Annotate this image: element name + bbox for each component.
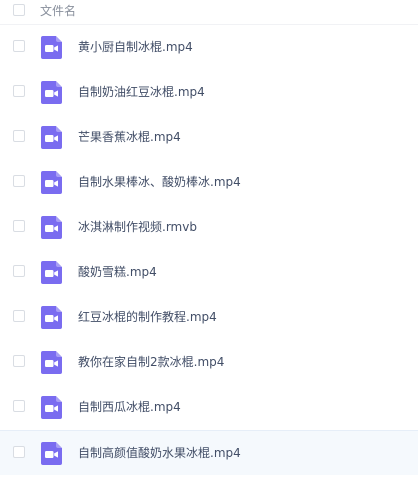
file-row[interactable]: 黄小厨自制冰棍.mp4 [0, 25, 418, 70]
row-checkbox[interactable] [13, 400, 25, 412]
video-file-icon [41, 261, 62, 284]
file-row[interactable]: 红豆冰棍的制作教程.mp4 [0, 295, 418, 340]
file-row[interactable]: 自制西瓜冰棍.mp4 [0, 385, 418, 430]
row-checkbox[interactable] [13, 85, 25, 97]
video-file-icon [41, 396, 62, 419]
file-name[interactable]: 黄小厨自制冰棍.mp4 [78, 40, 193, 54]
file-row[interactable]: 教你在家自制2款冰棍.mp4 [0, 340, 418, 385]
column-header-filename[interactable]: 文件名 [40, 4, 76, 18]
video-file-icon [41, 171, 62, 194]
file-name[interactable]: 教你在家自制2款冰棍.mp4 [78, 355, 224, 369]
video-file-icon [41, 306, 62, 329]
video-file-icon [41, 126, 62, 149]
file-name[interactable]: 芒果香蕉冰棍.mp4 [78, 130, 181, 144]
video-file-icon [41, 216, 62, 239]
video-file-icon [41, 442, 62, 465]
row-checkbox[interactable] [13, 265, 25, 277]
file-rows: 黄小厨自制冰棍.mp4 自制奶油红豆冰棍.mp4 芒果香蕉冰棍.mp4 自制水果… [0, 25, 418, 475]
file-row[interactable]: 芒果香蕉冰棍.mp4 [0, 115, 418, 160]
file-row[interactable]: 自制奶油红豆冰棍.mp4 [0, 70, 418, 115]
file-name[interactable]: 自制高颜值酸奶水果冰棍.mp4 [78, 446, 241, 460]
video-file-icon [41, 351, 62, 374]
file-row[interactable]: 冰淇淋制作视频.rmvb [0, 205, 418, 250]
file-name[interactable]: 自制西瓜冰棍.mp4 [78, 400, 181, 414]
row-checkbox[interactable] [13, 40, 25, 52]
row-checkbox[interactable] [13, 446, 25, 458]
video-file-icon [41, 81, 62, 104]
select-all-checkbox[interactable] [13, 4, 25, 16]
file-row[interactable]: 酸奶雪糕.mp4 [0, 250, 418, 295]
file-list: 文件名 黄小厨自制冰棍.mp4 自制奶油红豆冰棍.mp4 芒果香蕉冰棍.mp4 … [0, 0, 418, 495]
file-name[interactable]: 红豆冰棍的制作教程.mp4 [78, 310, 217, 324]
video-file-icon [41, 36, 62, 59]
file-name[interactable]: 自制水果棒冰、酸奶棒冰.mp4 [78, 175, 241, 189]
file-row[interactable]: 自制水果棒冰、酸奶棒冰.mp4 [0, 160, 418, 205]
row-checkbox[interactable] [13, 310, 25, 322]
file-row[interactable]: 自制高颜值酸奶水果冰棍.mp4 [0, 430, 418, 475]
row-checkbox[interactable] [13, 220, 25, 232]
file-name[interactable]: 自制奶油红豆冰棍.mp4 [78, 85, 205, 99]
file-list-header: 文件名 [0, 0, 418, 25]
row-checkbox[interactable] [13, 175, 25, 187]
row-checkbox[interactable] [13, 130, 25, 142]
file-name[interactable]: 冰淇淋制作视频.rmvb [78, 220, 197, 234]
row-checkbox[interactable] [13, 355, 25, 367]
file-name[interactable]: 酸奶雪糕.mp4 [78, 265, 157, 279]
